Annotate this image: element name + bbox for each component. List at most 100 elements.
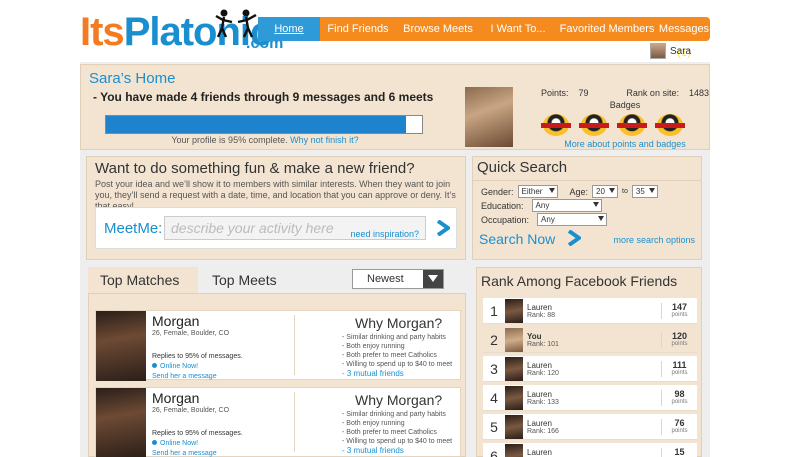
friend-name[interactable]: Lauren: [527, 303, 555, 312]
rank-row[interactable]: 2 You Rank: 101 120 points: [483, 327, 697, 353]
inspiration-link[interactable]: need inspiration?: [350, 223, 419, 245]
education-select[interactable]: Any: [531, 199, 602, 212]
avatar: [650, 43, 666, 59]
match-reply-rate: Replies to 95% of messages.: [152, 353, 243, 360]
profile-progress-text: Your profile is 95% complete. Why not fi…: [81, 135, 449, 145]
friend-points: 98 points: [661, 389, 697, 406]
rank-row[interactable]: 1 Lauren Rank: 88 147 points: [483, 298, 697, 324]
activity-input[interactable]: describe your activity here need inspira…: [164, 216, 426, 240]
match-name[interactable]: Morgan: [152, 313, 199, 329]
rank-row[interactable]: 4 Lauren Rank: 133 98 points: [483, 385, 697, 411]
occupation-select[interactable]: Any: [537, 213, 608, 226]
rank-position: 2: [490, 331, 498, 348]
education-label: Education:: [481, 200, 524, 211]
nav-messages-label: Messages: [658, 23, 710, 35]
reason-item: - Both prefer to meet Catholics: [342, 352, 437, 359]
send-message-link[interactable]: Send her a message: [152, 450, 217, 457]
nav-home[interactable]: Home: [258, 17, 320, 41]
tab-top-matches[interactable]: Top Matches: [88, 267, 198, 293]
divider: [294, 392, 295, 452]
profile-progress-fill: [106, 116, 407, 133]
reason-item: - Similar drinking and party habits: [342, 411, 446, 418]
friend-rank: Rank: 101: [527, 340, 559, 348]
badge-icon[interactable]: [655, 114, 685, 136]
friend-rank: Rank: 88: [527, 311, 556, 319]
reason-item: - Both enjoy running: [342, 343, 405, 350]
friend-name[interactable]: You: [527, 332, 559, 341]
matches-tabs: Top Matches Top Meets Newest: [88, 267, 466, 293]
age-to-label: to: [622, 188, 628, 195]
reason-item: - Both prefer to meet Catholics: [342, 429, 437, 436]
friend-points: 76 points: [661, 418, 697, 435]
page-title: Sara’s Home: [89, 70, 176, 87]
friend-name[interactable]: Lauren: [527, 361, 559, 370]
friend-avatar[interactable]: [505, 443, 523, 457]
friend-info: Lauren Rank: 166: [527, 419, 559, 435]
friend-name[interactable]: Lauren: [527, 419, 559, 428]
badge-icon[interactable]: [579, 114, 609, 136]
friend-info: Lauren Rank: 88: [527, 303, 555, 319]
rank-position: 1: [490, 302, 498, 319]
match-name[interactable]: Morgan: [152, 390, 199, 406]
mutual-friends-link[interactable]: - 3 mutual friends: [342, 369, 452, 378]
friend-avatar[interactable]: [505, 414, 523, 439]
badge-icon[interactable]: [617, 114, 647, 136]
sort-value: Newest: [367, 273, 404, 285]
more-search-options-link[interactable]: more search options: [613, 235, 695, 245]
match-card[interactable]: Morgan 26, Female, Boulder, CO Replies t…: [95, 387, 461, 457]
send-message-link[interactable]: Send her a message: [152, 373, 217, 380]
profile-photo[interactable]: [465, 87, 513, 147]
tab-top-meets[interactable]: Top Meets: [200, 267, 289, 293]
meetme-box: MeetMe: describe your activity here need…: [95, 207, 457, 249]
nav-messages[interactable]: Messages (1): [658, 17, 710, 59]
friend-name[interactable]: Lauren: [527, 390, 559, 399]
friend-avatar[interactable]: [505, 298, 523, 323]
quick-search-title: Quick Search: [477, 159, 568, 176]
main-content: Sara’s Home - You have made 4 friends th…: [80, 62, 710, 457]
badge-icon[interactable]: [541, 114, 571, 136]
friend-avatar[interactable]: [505, 327, 523, 352]
occupation-row: Occupation: Any: [481, 213, 608, 226]
nav-favorited-members[interactable]: Favorited Members: [556, 17, 658, 41]
sort-select[interactable]: Newest: [352, 269, 444, 289]
quick-search-panel: Quick Search Gender: Either Age: 20 to 3…: [472, 156, 702, 260]
divider: [294, 315, 295, 375]
gender-select[interactable]: Either: [517, 185, 558, 198]
points-panel: Points: 79 Rank on site: 1483 Badges Mor…: [541, 88, 709, 149]
nav-i-want-to[interactable]: I Want To...: [480, 17, 556, 41]
search-now-button[interactable]: Search Now: [479, 231, 555, 247]
why-reasons: - Similar drinking and party habits - Bo…: [342, 410, 452, 455]
match-info: 26, Female, Boulder, CO: [152, 330, 230, 337]
mutual-friends-link[interactable]: - 3 mutual friends: [342, 446, 452, 455]
friend-avatar[interactable]: [505, 385, 523, 410]
user-menu[interactable]: Sara: [650, 42, 710, 60]
activity-summary: - You have made 4 friends through 9 mess…: [93, 90, 434, 104]
chevron-down-icon[interactable]: [423, 270, 443, 288]
nav-browse-meets[interactable]: Browse Meets: [396, 17, 480, 41]
why-title: Why Morgan?: [355, 392, 443, 408]
site-logo[interactable]: ItsPlatonic .com: [80, 8, 283, 58]
match-info: 26, Female, Boulder, CO: [152, 407, 230, 414]
friend-info: You Rank: 101: [527, 332, 559, 348]
friend-name[interactable]: Lauren: [527, 448, 552, 457]
rank-row[interactable]: 6 LaurenRank: 15points: [483, 443, 697, 457]
reason-item: - Willing to spend up to $40 to meet: [342, 438, 453, 445]
rank-row[interactable]: 5 Lauren Rank: 166 76 points: [483, 414, 697, 440]
finish-profile-link[interactable]: Why not finish it?: [290, 135, 359, 145]
age-to-select[interactable]: 35: [631, 185, 658, 198]
nav-find-friends[interactable]: Find Friends: [320, 17, 396, 41]
match-photo[interactable]: [96, 311, 146, 381]
main-nav: Home Find Friends Browse Meets I Want To…: [258, 17, 710, 59]
match-photo[interactable]: [96, 388, 146, 457]
submit-arrow-icon[interactable]: [436, 220, 450, 236]
age-from-select[interactable]: 20: [592, 185, 619, 198]
badges-info-link[interactable]: More about points and badges: [541, 139, 709, 149]
gender-label: Gender:: [481, 186, 514, 197]
friend-points: 147 points: [661, 302, 697, 319]
badges-label: Badges: [609, 100, 641, 110]
rank-row[interactable]: 3 Lauren Rank: 120 111 points: [483, 356, 697, 382]
match-card[interactable]: Morgan 26, Female, Boulder, CO Replies t…: [95, 310, 461, 381]
rank-position: 3: [490, 360, 498, 377]
friend-avatar[interactable]: [505, 356, 523, 381]
search-arrow-icon[interactable]: [567, 230, 581, 246]
